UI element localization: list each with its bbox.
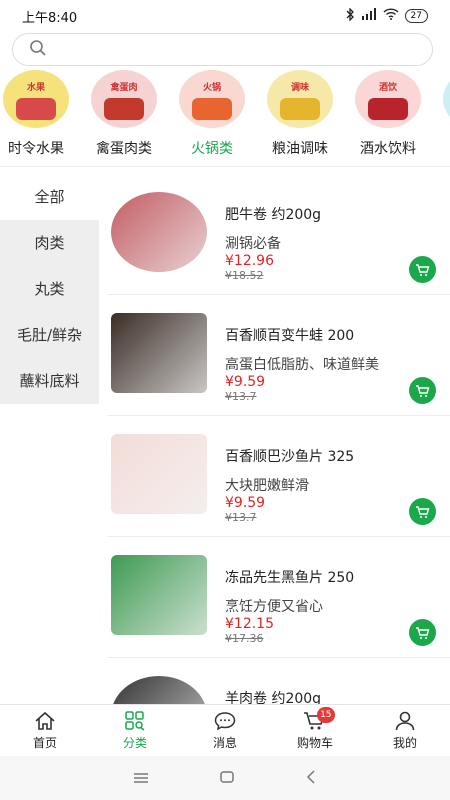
back-icon[interactable] (305, 769, 317, 788)
product-image[interactable] (111, 676, 207, 704)
home-button-icon[interactable] (219, 769, 235, 788)
product-item[interactable]: 肥牛卷 约200g 涮锅必备 ¥12.96 ¥18.52 (107, 174, 450, 295)
category-hotpot[interactable]: 火锅 火锅类 (168, 70, 256, 162)
product-desc: 大块肥嫩鲜滑 (225, 478, 309, 494)
product-desc: 烹饪方便又省心 (225, 599, 323, 615)
category-snacks[interactable]: 零 休闲 (432, 70, 450, 162)
cart-icon (416, 626, 430, 639)
product-name: 百香顺百变牛蛙 200 (225, 328, 355, 344)
tab-messages[interactable]: 消息 (180, 705, 270, 756)
product-image[interactable] (111, 434, 207, 514)
menu-icon[interactable] (133, 769, 149, 788)
category-meat-eggs[interactable]: 禽蛋肉 禽蛋肉类 (80, 70, 168, 162)
tab-label: 消息 (212, 735, 237, 750)
product-name: 羊肉卷 约200g (225, 691, 322, 704)
category-image: 水果 (3, 70, 69, 128)
bluetooth-icon (345, 6, 355, 25)
category-label: 酒水饮料 (360, 141, 416, 157)
add-to-cart-button[interactable] (409, 256, 436, 283)
add-to-cart-button[interactable] (409, 498, 436, 525)
subcategory-sidebar: 全部 肉类 丸类 毛肚/鲜杂 蘸料底料 (0, 174, 99, 404)
category-row: 水果 时令水果 禽蛋肉 禽蛋肉类 火锅 火锅类 调味 粮油调味 酒饮 酒水饮料 … (0, 70, 450, 162)
product-desc: 高蛋白低脂肪、味道鲜美 (225, 357, 379, 373)
tab-cart[interactable]: 15 购物车 (270, 705, 360, 756)
tab-label: 购物车 (296, 735, 333, 750)
tab-home[interactable]: 首页 (0, 705, 90, 756)
category-image: 调味 (267, 70, 333, 128)
cart-icon (416, 263, 430, 276)
sidebar-item-sauce[interactable]: 蘸料底料 (0, 358, 99, 404)
category-label: 粮油调味 (272, 141, 328, 157)
search-bar[interactable] (12, 33, 433, 66)
cart-count-badge: 15 (316, 707, 335, 723)
message-icon (214, 711, 236, 730)
product-item[interactable]: 百香顺巴沙鱼片 325 大块肥嫩鲜滑 ¥9.59 ¥13.7 (107, 416, 450, 537)
status-bar: 上午8:40 27 (0, 0, 450, 32)
status-icons: 27 (345, 6, 428, 25)
signal-icon (361, 8, 377, 24)
category-label: 时令水果 (8, 141, 64, 157)
product-image[interactable] (111, 313, 207, 393)
tab-label: 首页 (32, 735, 57, 750)
search-input[interactable] (55, 41, 432, 58)
cart-icon (416, 384, 430, 397)
home-icon (35, 711, 55, 730)
cart-icon (416, 505, 430, 518)
user-icon (395, 711, 415, 730)
wifi-icon (383, 8, 399, 24)
product-name: 冻品先生黑鱼片 250 (225, 570, 355, 586)
category-grain-oil[interactable]: 调味 粮油调味 (256, 70, 344, 162)
product-item[interactable]: 冻品先生黑鱼片 250 烹饪方便又省心 ¥12.15 ¥17.36 (107, 537, 450, 658)
category-image: 火锅 (179, 70, 245, 128)
sidebar-item-meat[interactable]: 肉类 (0, 220, 99, 266)
product-desc: 涮锅必备 (225, 236, 281, 252)
product-image[interactable] (111, 555, 207, 635)
category-image: 零 (443, 70, 450, 128)
product-name: 肥牛卷 约200g (225, 207, 322, 223)
category-image: 酒饮 (355, 70, 421, 128)
category-image: 禽蛋肉 (91, 70, 157, 128)
product-image[interactable] (111, 192, 207, 272)
battery-indicator: 27 (404, 9, 428, 23)
divider (0, 166, 450, 167)
system-navigation-bar (0, 756, 450, 800)
category-drinks[interactable]: 酒饮 酒水饮料 (344, 70, 432, 162)
status-time: 上午8:40 (22, 10, 78, 26)
category-label: 火锅类 (191, 141, 233, 157)
sidebar-item-tripe[interactable]: 毛肚/鲜杂 (0, 312, 99, 358)
category-fruit[interactable]: 水果 时令水果 (0, 70, 80, 162)
grid-search-icon (125, 710, 145, 731)
tab-category[interactable]: 分类 (90, 705, 180, 756)
sidebar-item-balls[interactable]: 丸类 (0, 266, 99, 312)
product-item[interactable]: 百香顺百变牛蛙 200 高蛋白低脂肪、味道鲜美 ¥9.59 ¥13.7 (107, 295, 450, 416)
tab-label: 分类 (122, 735, 147, 750)
product-name: 百香顺巴沙鱼片 325 (225, 449, 355, 465)
tab-label: 我的 (392, 735, 417, 750)
tab-profile[interactable]: 我的 (360, 705, 450, 756)
product-list: 肥牛卷 约200g 涮锅必备 ¥12.96 ¥18.52 百香顺百变牛蛙 200… (99, 174, 450, 704)
category-label: 禽蛋肉类 (96, 141, 152, 157)
product-item[interactable]: 羊肉卷 约200g (107, 658, 450, 704)
add-to-cart-button[interactable] (409, 619, 436, 646)
sidebar-item-all[interactable]: 全部 (0, 174, 99, 220)
bottom-tab-bar: 首页 分类 消息 15 购物车 我的 (0, 704, 450, 756)
add-to-cart-button[interactable] (409, 377, 436, 404)
search-icon (29, 39, 47, 61)
